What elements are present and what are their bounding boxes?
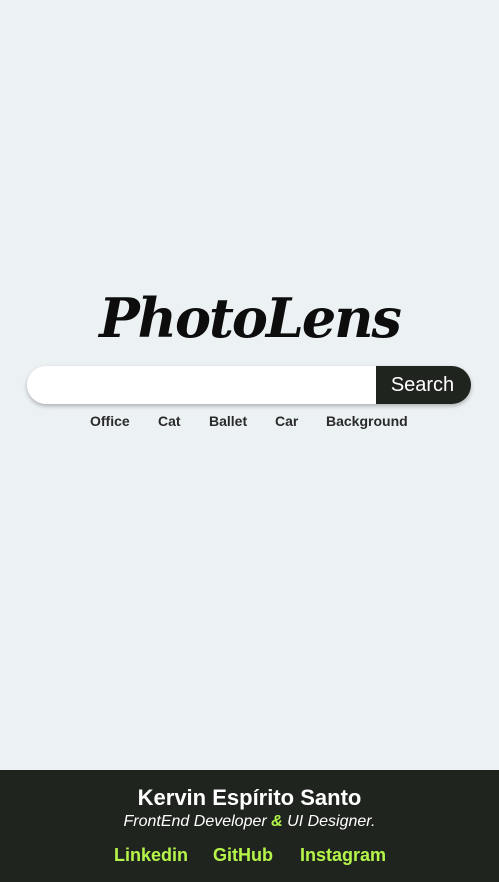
author-role: FrontEnd Developer & UI Designer. — [0, 812, 499, 832]
suggestion-ballet[interactable]: Ballet — [209, 413, 247, 429]
page: PhotoLens Search Office Cat Ballet Car B… — [0, 0, 499, 882]
role-ampersand: & — [271, 813, 283, 830]
suggestion-office[interactable]: Office — [90, 413, 130, 429]
linkedin-link[interactable]: Linkedin — [114, 844, 188, 866]
footer: Kervin Espírito Santo FrontEnd Developer… — [0, 770, 499, 882]
suggestion-car[interactable]: Car — [275, 413, 298, 429]
role-part-2: UI Designer. — [282, 813, 376, 830]
suggestion-background[interactable]: Background — [326, 413, 408, 429]
footer-links: Linkedin GitHub Instagram — [0, 844, 499, 866]
site-logo: PhotoLens — [99, 286, 402, 350]
suggestion-cat[interactable]: Cat — [158, 413, 181, 429]
instagram-link[interactable]: Instagram — [300, 844, 386, 866]
search-button[interactable]: Search — [376, 366, 471, 404]
author-name: Kervin Espírito Santo — [137, 785, 362, 810]
role-part-1: FrontEnd Developer — [123, 813, 272, 830]
github-link[interactable]: GitHub — [213, 844, 273, 866]
search-input[interactable] — [27, 366, 376, 404]
search-bar: Search — [27, 366, 471, 404]
